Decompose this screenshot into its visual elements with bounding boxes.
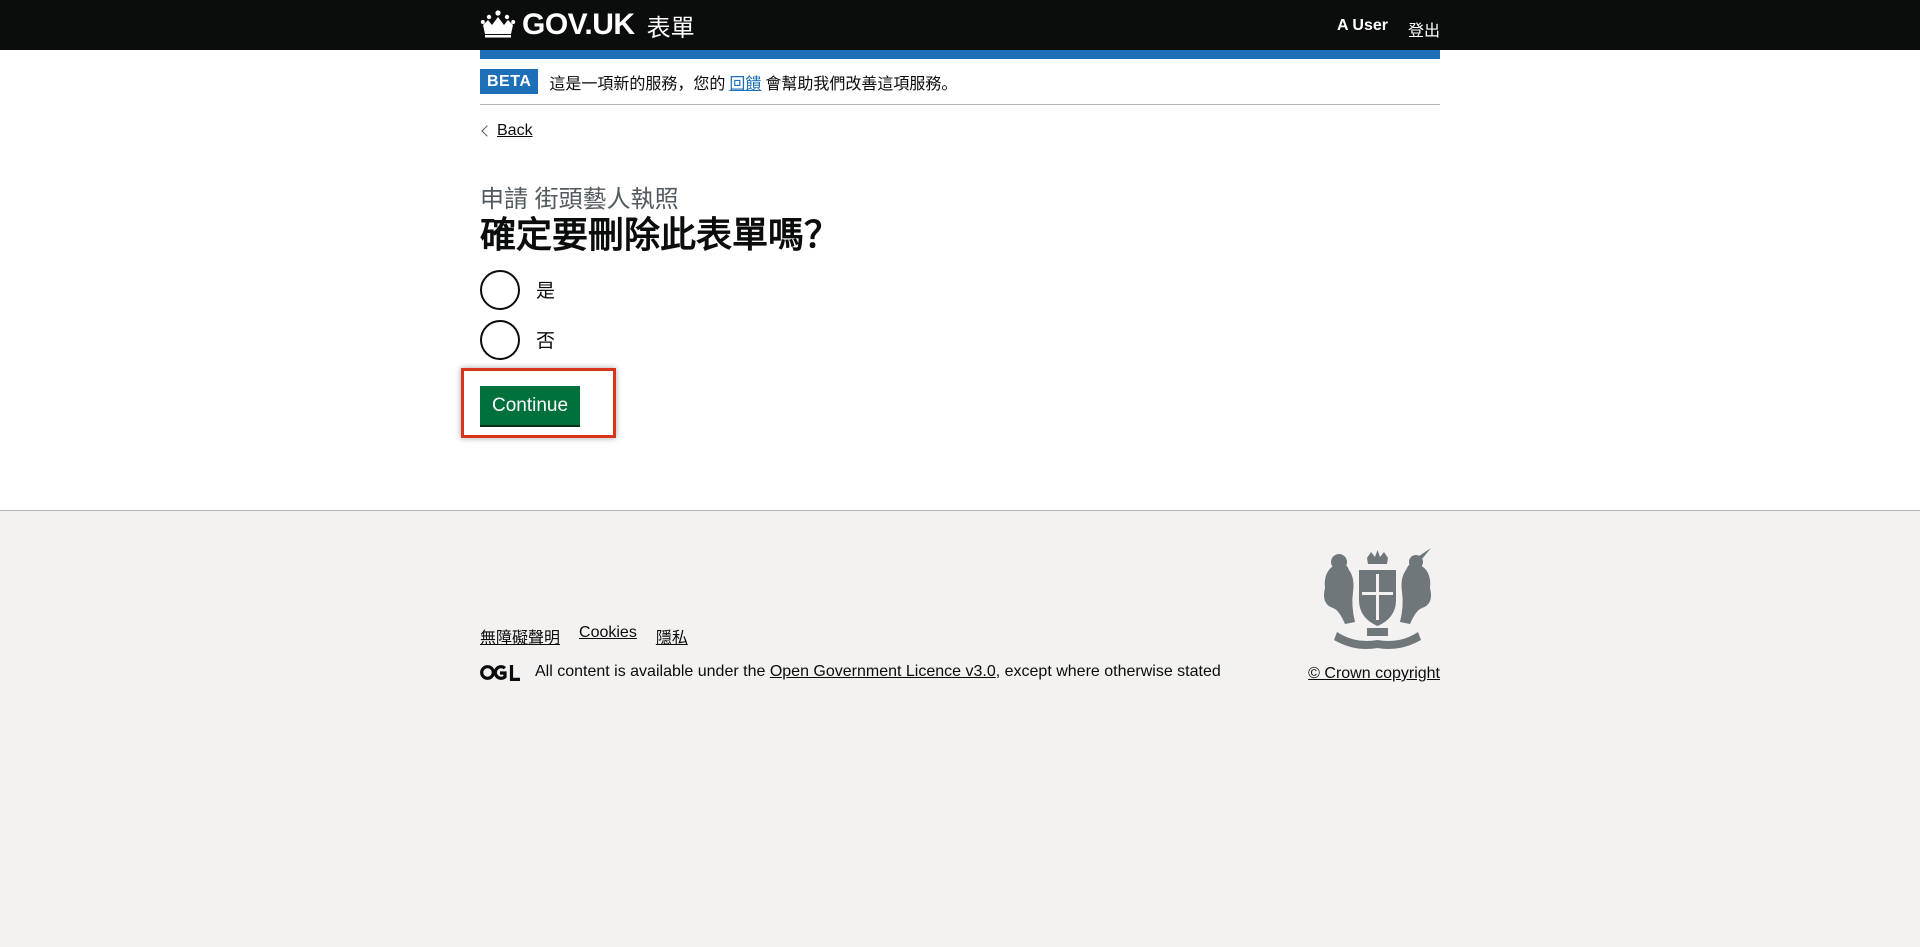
- radio-option-no[interactable]: 否: [480, 315, 1440, 365]
- licence-statement: All content is available under the Open …: [480, 663, 1221, 681]
- signout-link[interactable]: 登出: [1408, 17, 1440, 41]
- licence-link[interactable]: Open Government Licence v3.0: [770, 663, 996, 681]
- govuk-home-link[interactable]: GOV.UK 表單: [480, 8, 695, 43]
- radio-option-yes[interactable]: 是: [480, 265, 1440, 315]
- page-container: BETA 這是一項新的服務，您的 回饋 會幫助我們改善這項服務。 Back 申請…: [461, 50, 1440, 438]
- back-link-label: Back: [497, 122, 533, 139]
- phase-banner: BETA 這是一項新的服務，您的 回饋 會幫助我們改善這項服務。: [480, 59, 1440, 105]
- crown-copyright-link[interactable]: © Crown copyright: [1308, 665, 1440, 683]
- service-name: 表單: [646, 14, 695, 42]
- radio-label-no[interactable]: 否: [536, 326, 555, 353]
- phase-text-before: 這是一項新的服務，您的: [549, 75, 726, 93]
- footer-container: 無障礙聲明 Cookies 隱私 All content is availabl…: [480, 511, 1440, 947]
- user-account-link[interactable]: A User: [1337, 17, 1388, 41]
- footer-link-accessibility[interactable]: 無障礙聲明: [480, 624, 560, 648]
- chevron-left-icon: [481, 125, 493, 137]
- page-title: 確定要刪除此表單嗎？: [480, 214, 841, 256]
- royal-coat-of-arms-icon: [1324, 548, 1431, 649]
- radio-label-yes[interactable]: 是: [536, 276, 555, 303]
- site-header: GOV.UK 表單 A User 登出: [0, 0, 1920, 50]
- licence-text-after: , except where otherwise stated: [995, 663, 1221, 680]
- radio-circle[interactable]: [480, 319, 520, 360]
- header-blue-bar: [480, 50, 1440, 59]
- footer-links: 無障礙聲明 Cookies 隱私: [480, 624, 688, 648]
- main-content: 申請 街頭藝人執照 確定要刪除此表單嗎？ 是 否 Continue: [461, 140, 1440, 438]
- back-link[interactable]: Back: [480, 122, 533, 140]
- footer-link-cookies[interactable]: Cookies: [579, 624, 637, 648]
- site-footer: 無障礙聲明 Cookies 隱私 All content is availabl…: [0, 510, 1920, 947]
- govuk-logotype: GOV.UK: [522, 8, 635, 41]
- footer-link-privacy[interactable]: 隱私: [656, 624, 688, 648]
- form-caption: 申請 街頭藝人執照: [480, 186, 679, 213]
- continue-button-wrap: Continue: [461, 367, 616, 438]
- header-container: GOV.UK 表單 A User 登出: [480, 0, 1440, 50]
- phase-text-after: 會幫助我們改善這項服務。: [765, 75, 958, 93]
- radio-circle[interactable]: [480, 269, 520, 310]
- ogl-logo-icon: [480, 664, 520, 681]
- continue-button[interactable]: Continue: [480, 385, 581, 425]
- licence-text-before: All content is available under the: [535, 663, 766, 680]
- header-nav: A User 登出: [1337, 17, 1440, 41]
- crown-icon: [480, 10, 516, 38]
- feedback-link[interactable]: 回饋: [729, 70, 761, 94]
- beta-tag: BETA: [480, 69, 539, 94]
